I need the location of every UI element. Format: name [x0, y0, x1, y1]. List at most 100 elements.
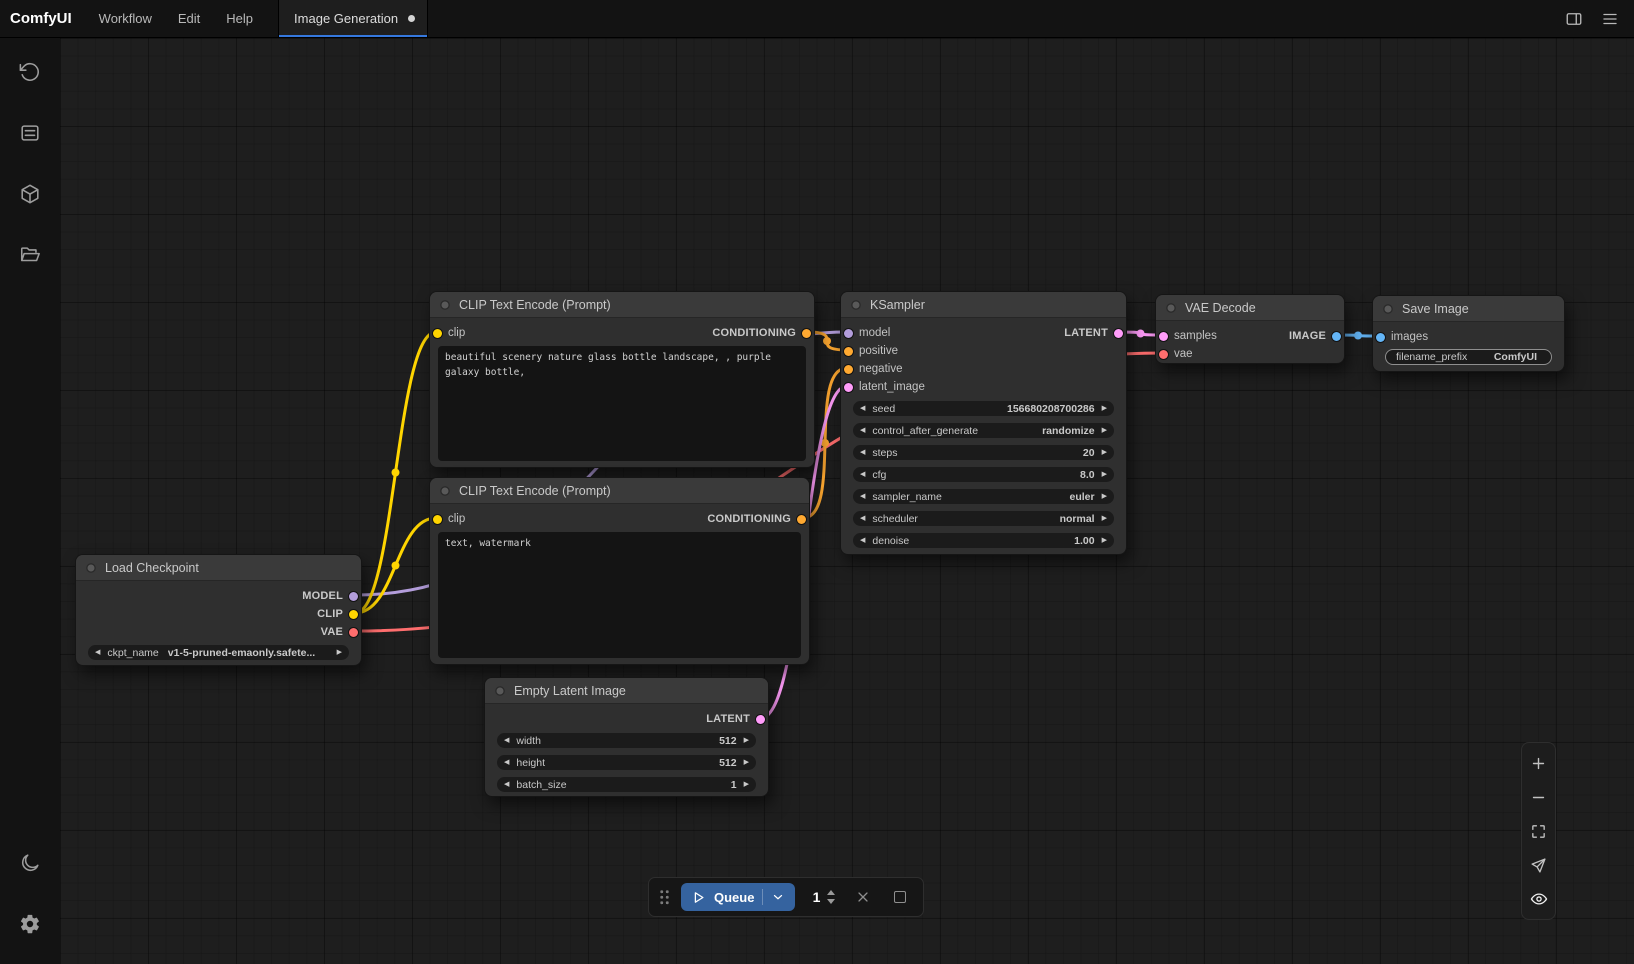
node-header[interactable]: KSampler	[841, 292, 1126, 318]
input-dot-vae[interactable]	[1159, 350, 1168, 359]
node-clip-text-encode-positive[interactable]: CLIP Text Encode (Prompt) clip CONDITION…	[429, 291, 815, 468]
node-ksampler[interactable]: KSampler model LATENT positive	[840, 291, 1127, 555]
node-save-image[interactable]: Save Image images filename_prefix ComfyU…	[1372, 295, 1565, 372]
collapse-toggle[interactable]	[1166, 303, 1176, 313]
menu-help[interactable]: Help	[213, 0, 266, 37]
zoom-in-button[interactable]	[1524, 746, 1553, 780]
output-slot-conditioning[interactable]: CONDITIONING	[707, 513, 806, 525]
node-header[interactable]: Empty Latent Image	[485, 678, 768, 704]
widget-cfg[interactable]: ◀ cfg 8.0 ▶	[853, 467, 1114, 482]
sidebar-item-history[interactable]	[10, 52, 50, 92]
widget-seed[interactable]: ◀ seed 156680208700286 ▶	[853, 401, 1114, 416]
output-dot-conditioning[interactable]	[797, 515, 806, 524]
widget-scheduler[interactable]: ◀ scheduler normal ▶	[853, 511, 1114, 526]
main-menu-button[interactable]	[1594, 4, 1626, 34]
prev-value-arrow-icon[interactable]: ◀	[860, 427, 865, 434]
node-empty-latent-image[interactable]: Empty Latent Image LATENT ◀ width 512 ▶ …	[484, 677, 769, 797]
node-load-checkpoint[interactable]: Load Checkpoint MODEL CLIP VAE	[75, 554, 362, 666]
sidebar-item-queue[interactable]	[10, 113, 50, 153]
input-dot-positive[interactable]	[844, 347, 853, 356]
prompt-textarea[interactable]: beautiful scenery nature glass bottle la…	[438, 346, 806, 461]
increment-arrow-icon[interactable]: ▶	[744, 781, 749, 788]
widget-batch-size[interactable]: ◀ batch_size 1 ▶	[497, 777, 756, 792]
prev-value-arrow-icon[interactable]: ◀	[860, 515, 865, 522]
decrement-arrow-icon[interactable]: ◀	[504, 781, 509, 788]
output-slot-latent[interactable]: LATENT	[706, 713, 765, 725]
collapse-toggle[interactable]	[851, 300, 861, 310]
input-dot-model[interactable]	[844, 329, 853, 338]
output-dot-image[interactable]	[1332, 332, 1341, 341]
toggle-link-visibility-button[interactable]	[1524, 882, 1553, 916]
widget-height[interactable]: ◀ height 512 ▶	[497, 755, 756, 770]
widget-width[interactable]: ◀ width 512 ▶	[497, 733, 756, 748]
widget-sampler-name[interactable]: ◀ sampler_name euler ▶	[853, 489, 1114, 504]
node-header[interactable]: CLIP Text Encode (Prompt)	[430, 292, 814, 318]
input-dot-latent-image[interactable]	[844, 383, 853, 392]
fit-view-button[interactable]	[1524, 814, 1553, 848]
menu-workflow[interactable]: Workflow	[86, 0, 165, 37]
pan-mode-button[interactable]	[1524, 848, 1553, 882]
input-slot-positive[interactable]: positive	[844, 345, 898, 357]
batch-count-input[interactable]: 1	[806, 887, 839, 907]
collapse-toggle[interactable]	[86, 563, 96, 573]
sidebar-item-workflows[interactable]	[10, 235, 50, 275]
tab-image-generation[interactable]: Image Generation	[278, 0, 428, 37]
increment-arrow-icon[interactable]: ▶	[744, 759, 749, 766]
increment-arrow-icon[interactable]: ▶	[1102, 405, 1107, 412]
input-dot-samples[interactable]	[1159, 332, 1168, 341]
next-value-arrow-icon[interactable]: ▶	[337, 649, 342, 656]
input-slot-samples[interactable]: samples	[1159, 330, 1217, 342]
output-dot-model[interactable]	[349, 592, 358, 601]
input-slot-clip[interactable]: clip	[433, 327, 465, 339]
increment-arrow-icon[interactable]: ▶	[744, 737, 749, 744]
input-slot-latent-image[interactable]: latent_image	[844, 381, 925, 393]
input-slot-model[interactable]: model	[844, 327, 890, 339]
input-slot-clip[interactable]: clip	[433, 513, 465, 525]
node-header[interactable]: VAE Decode	[1156, 295, 1344, 321]
drag-handle[interactable]	[659, 889, 670, 906]
chevron-down-icon[interactable]	[771, 890, 785, 904]
next-value-arrow-icon[interactable]: ▶	[1102, 515, 1107, 522]
decrement-arrow-icon[interactable]: ◀	[860, 449, 865, 456]
widget-control-after-generate[interactable]: ◀ control_after_generate randomize ▶	[853, 423, 1114, 438]
output-dot-vae[interactable]	[349, 628, 358, 637]
queue-button[interactable]: Queue	[681, 883, 795, 911]
prev-value-arrow-icon[interactable]: ◀	[860, 493, 865, 500]
input-slot-vae[interactable]: vae	[1159, 348, 1193, 360]
decrement-arrow-icon[interactable]: ◀	[860, 471, 865, 478]
output-slot-latent[interactable]: LATENT	[1064, 327, 1123, 339]
input-slot-images[interactable]: images	[1376, 331, 1428, 343]
collapse-toggle[interactable]	[440, 486, 450, 496]
stepper-up-icon[interactable]	[827, 890, 835, 895]
prompt-textarea[interactable]: text, watermark	[438, 532, 801, 658]
increment-arrow-icon[interactable]: ▶	[1102, 449, 1107, 456]
output-slot-model[interactable]: MODEL	[302, 590, 358, 602]
next-value-arrow-icon[interactable]: ▶	[1102, 427, 1107, 434]
node-vae-decode[interactable]: VAE Decode samples IMAGE vae	[1155, 294, 1345, 364]
menu-edit[interactable]: Edit	[165, 0, 213, 37]
output-dot-latent[interactable]	[756, 715, 765, 724]
input-dot-images[interactable]	[1376, 333, 1385, 342]
input-slot-negative[interactable]: negative	[844, 363, 902, 375]
decrement-arrow-icon[interactable]: ◀	[504, 737, 509, 744]
input-dot-clip[interactable]	[433, 329, 442, 338]
sidebar-item-theme-toggle[interactable]	[10, 843, 50, 883]
widget-ckpt-name[interactable]: ◀ ckpt_name v1-5-pruned-emaonly.safete..…	[88, 645, 349, 660]
node-header[interactable]: Save Image	[1373, 296, 1564, 322]
node-header[interactable]: Load Checkpoint	[76, 555, 361, 581]
output-dot-conditioning[interactable]	[802, 329, 811, 338]
output-slot-clip[interactable]: CLIP	[317, 608, 358, 620]
sidebar-item-node-library[interactable]	[10, 174, 50, 214]
collapse-toggle[interactable]	[1383, 304, 1393, 314]
clear-queue-button[interactable]	[887, 884, 913, 910]
increment-arrow-icon[interactable]: ▶	[1102, 537, 1107, 544]
decrement-arrow-icon[interactable]: ◀	[504, 759, 509, 766]
zoom-out-button[interactable]	[1524, 780, 1553, 814]
prev-value-arrow-icon[interactable]: ◀	[95, 649, 100, 656]
widget-steps[interactable]: ◀ steps 20 ▶	[853, 445, 1114, 460]
collapse-toggle[interactable]	[495, 686, 505, 696]
input-dot-clip[interactable]	[433, 515, 442, 524]
node-clip-text-encode-negative[interactable]: CLIP Text Encode (Prompt) clip CONDITION…	[429, 477, 810, 665]
widget-denoise[interactable]: ◀ denoise 1.00 ▶	[853, 533, 1114, 548]
decrement-arrow-icon[interactable]: ◀	[860, 405, 865, 412]
